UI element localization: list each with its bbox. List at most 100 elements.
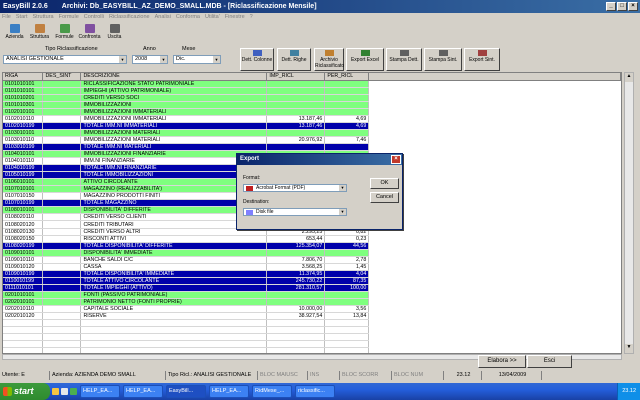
mese-label: Mese [182, 46, 196, 52]
table-row[interactable]: 0109010199 TOTALE DISPONIBILITA' IMMEDIAT… [3, 270, 621, 278]
chevron-down-icon[interactable]: ▼ [339, 185, 346, 191]
taskbar-task[interactable]: HELP_EA... [209, 385, 249, 398]
column-header[interactable]: DESCRIZIONE [80, 73, 268, 81]
table-row[interactable]: 0102010101 IMMOBILIZZAZIONI IMMATERIALI [3, 108, 621, 116]
table-cell [42, 164, 82, 173]
table-row[interactable]: 0108020199 TOTALE DISPONIBILITA' DIFFERIT… [3, 242, 621, 250]
toolbar-confronta-button[interactable]: Confronta [77, 22, 102, 43]
destination-select[interactable]: Disk file ▼ [243, 208, 347, 216]
scroll-down-icon[interactable]: ▼ [625, 344, 633, 353]
toolbar-uscita-button[interactable]: Uscita [102, 22, 127, 43]
table-cell [324, 129, 370, 137]
table-row[interactable]: 0109010101 DISPONIBILITA' IMMEDIATE [3, 249, 621, 257]
menu-item[interactable]: Struttura [33, 13, 54, 22]
taskbar-task[interactable]: riclassific... [295, 385, 335, 398]
disk-icon [246, 210, 253, 215]
table-row[interactable]: 0103010110 IMMOBILIZZAZIONI MATERIALI 20.9… [3, 136, 621, 144]
table-row[interactable]: 0109010120 CASSA 3.568,25 1,45 [3, 263, 621, 271]
toolbar-formule-button[interactable]: Formule [52, 22, 77, 43]
tipo-select[interactable]: ANALISI GESTIONALE ▼ [3, 55, 127, 64]
report-button[interactable]: Stampa Sint. [424, 48, 462, 71]
close-button[interactable]: × [628, 2, 638, 11]
report-button[interactable]: Export Excel [346, 48, 384, 71]
table-cell [42, 178, 82, 187]
scroll-up-icon[interactable]: ▲ [625, 73, 633, 82]
table-row[interactable]: 0110010199 TOTALE ATTIVO CIRCOLANTE 245.73… [3, 277, 621, 285]
table-cell [42, 122, 82, 130]
report-button[interactable]: Archivio Riclassificato [314, 48, 344, 71]
table-cell: 13,84 [324, 312, 370, 321]
quick-launch-icon[interactable] [61, 388, 68, 395]
toolbar-struttura-button[interactable]: Struttura [27, 22, 52, 43]
vertical-scrollbar[interactable]: ▲ ▼ [624, 72, 634, 354]
report-button[interactable]: Dett. Colonne [240, 48, 274, 71]
menu-item[interactable]: Formule [59, 13, 79, 22]
mese-select[interactable]: Dic. ▼ [173, 55, 221, 64]
table-cell [3, 333, 44, 342]
table-row[interactable]: 0202010110 CAPITALE SOCIALE 10.000,00 3,56 [3, 305, 621, 314]
table-cell-filler [368, 242, 621, 250]
menu-item[interactable]: Start [16, 13, 28, 22]
columns-icon [252, 50, 262, 56]
column-header[interactable]: RIGA [3, 73, 44, 81]
table-cell: 0109010101 [3, 249, 44, 257]
report-button[interactable]: Export Sint. [464, 48, 500, 71]
table-row[interactable] [3, 333, 621, 342]
report-button[interactable]: Dett. Righe [277, 48, 311, 71]
table-row[interactable]: 0101010101 RICLASSIFICAZIONE STATO PATRIM… [3, 80, 621, 88]
column-header[interactable]: PER_RICL [324, 73, 370, 81]
taskbar-task[interactable]: RidMese_... [252, 385, 292, 398]
dialog-close-button[interactable]: × [391, 155, 401, 164]
table-cell-filler [368, 199, 621, 207]
table-row[interactable]: 0101010301 IMMOBILIZZAZIONI [3, 101, 621, 109]
quick-launch-icon[interactable] [52, 388, 59, 395]
column-header[interactable]: DES_SINT [42, 73, 82, 81]
table-row[interactable] [3, 326, 621, 335]
table-row[interactable]: 0103010101 IMMOBILIZZAZIONI MATERIALI [3, 129, 621, 137]
table-row[interactable]: 0101010201 CREDITI VERSO SOCI [3, 94, 621, 102]
start-button[interactable]: start [0, 383, 50, 400]
table-row[interactable]: 0102010110 IMMOBILIZZAZIONI IMMATERIALI 13… [3, 115, 621, 123]
toolbar-azienda-button[interactable]: Azienda [2, 22, 27, 43]
table-row[interactable]: 0111010101 TOTALE IMPIEGHI (ATTIVO) 281.31… [3, 284, 621, 292]
taskbar-task[interactable]: HELP_EA... [123, 385, 163, 398]
chevron-down-icon[interactable]: ▼ [213, 56, 220, 63]
maximize-button[interactable]: □ [617, 2, 627, 11]
menu-item[interactable]: Riclassificazione [109, 13, 150, 22]
menu-item[interactable]: Finestre [225, 13, 245, 22]
taskbar-task[interactable]: EasyBill... [166, 385, 206, 398]
table-cell-filler [368, 94, 621, 102]
table-row[interactable]: 0202010120 RISERVE 38.927,54 13,84 [3, 312, 621, 321]
ok-button[interactable]: OK [370, 178, 399, 189]
column-header[interactable]: IMP_RICL [266, 73, 326, 81]
table-row[interactable] [3, 340, 621, 349]
table-cell: 281.310,57 [266, 284, 326, 292]
anno-select[interactable]: 2008 ▼ [132, 55, 168, 64]
elabora-button[interactable]: Elabora >> [478, 355, 526, 368]
menu-item[interactable]: Utilita' [205, 13, 220, 22]
table-row[interactable]: 0108020150 RISCONTI ATTIVI 653,44 0,23 [3, 235, 621, 243]
format-select[interactable]: Acrobat Format (PDF) ▼ [243, 184, 347, 192]
table-row[interactable]: 0102010199 TOTALE IMM.NI IMMATERIALI 13.18… [3, 122, 621, 130]
menu-item[interactable]: Conforma [176, 13, 200, 22]
menu-item[interactable]: Controlli [84, 13, 104, 22]
chevron-down-icon[interactable]: ▼ [160, 56, 167, 63]
quick-launch-icon[interactable] [70, 388, 77, 395]
cancel-button[interactable]: Cancel [370, 192, 399, 203]
minimize-button[interactable]: _ [606, 2, 616, 11]
table-row[interactable] [3, 319, 621, 328]
table-row[interactable]: 0201010101 FONTI (PASSIVO PATRIMONIALE) [3, 291, 621, 300]
table-row[interactable]: 0109010110 BANCHE SALDI C/C 7.806,70 2,78 [3, 256, 621, 264]
menu-item[interactable]: File [2, 13, 11, 22]
menu-item[interactable]: Analisi [155, 13, 171, 22]
report-button[interactable]: Stampa Dett. [386, 48, 422, 71]
menu-item[interactable]: ? [250, 13, 253, 22]
chevron-down-icon[interactable]: ▼ [339, 209, 346, 215]
table-row[interactable]: 0101010101 IMPIEGHI (ATTIVO PATRIMONIALE) [3, 87, 621, 95]
esci-button[interactable]: Esci [527, 355, 572, 368]
taskbar-task[interactable]: HELP_EA... [80, 385, 120, 398]
table-cell-filler [368, 87, 621, 95]
chevron-down-icon[interactable]: ▼ [119, 56, 126, 63]
table-row[interactable]: 0202010101 PATRIMONIO NETTO (FONTI PROPRI… [3, 298, 621, 307]
table-row[interactable]: 0103010199 TOTALE IMM.NI MATERIALI [3, 143, 621, 152]
